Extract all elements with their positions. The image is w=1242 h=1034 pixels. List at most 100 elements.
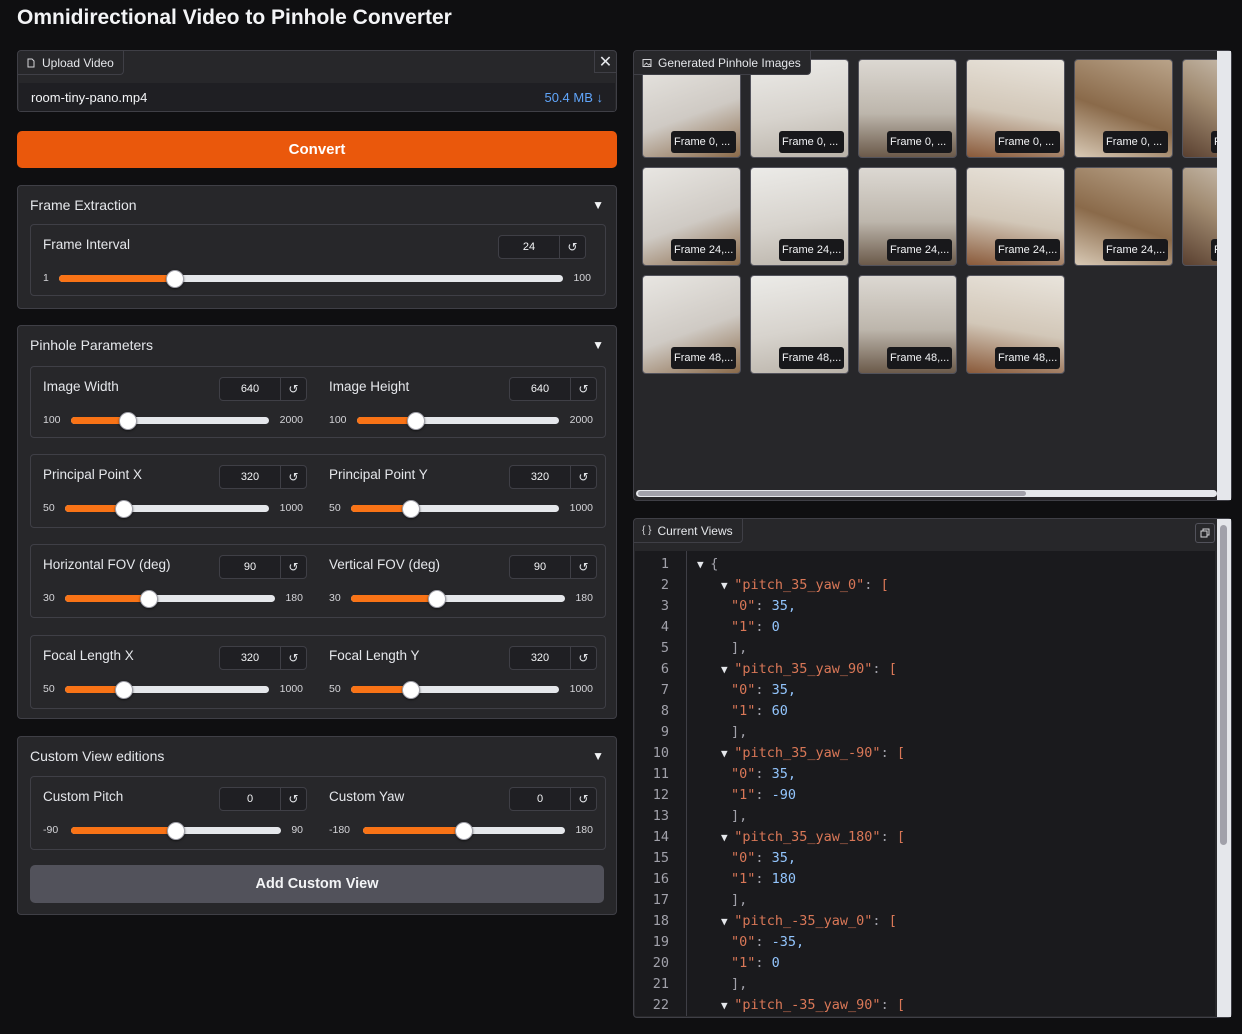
collapse-triangle-icon[interactable]: ▼ (592, 749, 604, 763)
number-input[interactable] (510, 466, 570, 488)
slider-fill (363, 827, 464, 834)
slider-min-label: 100 (43, 414, 61, 426)
slider-track[interactable] (59, 270, 563, 288)
image-height-slider: Image Height ↺ 100 2000 (317, 367, 607, 439)
number-input[interactable] (220, 647, 280, 669)
slider-track[interactable] (363, 822, 565, 840)
gallery-label: Generated Pinhole Images (634, 51, 811, 75)
number-input[interactable] (220, 378, 280, 400)
page-title: Omnidirectional Video to Pinhole Convert… (17, 6, 452, 29)
download-file-link[interactable]: 50.4 MB ↓ (544, 90, 603, 105)
code-scroll-thumb[interactable] (1220, 525, 1227, 845)
slider-track[interactable] (351, 590, 565, 608)
code-line: ▼ "pitch_35_yaw_90": [ (721, 661, 897, 677)
slider-thumb[interactable] (165, 270, 184, 288)
number-input[interactable] (220, 788, 280, 810)
number-input[interactable] (510, 647, 570, 669)
fold-toggle-icon[interactable]: ▼ (721, 663, 734, 676)
pinhole-parameters-header[interactable]: Pinhole Parameters ▼ (30, 326, 604, 364)
reset-icon[interactable]: ↺ (570, 378, 596, 400)
fold-toggle-icon[interactable]: ▼ (721, 747, 734, 760)
reset-icon[interactable]: ↺ (280, 647, 306, 669)
reset-icon[interactable]: ↺ (570, 466, 596, 488)
slider-track[interactable] (351, 681, 559, 699)
principal-point-y-slider: Principal Point Y ↺ 50 1000 (317, 455, 607, 529)
slider-track[interactable] (71, 822, 281, 840)
gallery-thumbnail[interactable]: Frame 48,... (966, 275, 1065, 374)
gallery-thumbnail[interactable]: Frame 0, ... (1074, 59, 1173, 158)
current-views-label-text: Current Views (657, 523, 733, 538)
slider-thumb[interactable] (140, 590, 158, 608)
gallery-thumbnail[interactable]: Frame 24,... (642, 167, 741, 266)
slider-thumb[interactable] (115, 681, 134, 699)
frame-extraction-header[interactable]: Frame Extraction ▼ (30, 186, 604, 224)
upload-video-panel[interactable]: Upload Video ✕ room-tiny-pano.mp4 50.4 M… (17, 50, 617, 112)
collapse-triangle-icon[interactable]: ▼ (592, 338, 604, 352)
slider-thumb[interactable] (402, 681, 421, 699)
slider-thumb[interactable] (119, 412, 138, 430)
slider-track[interactable] (71, 412, 269, 430)
principal-point-x-slider: Principal Point X ↺ 50 1000 (31, 455, 317, 529)
number-input[interactable] (220, 466, 280, 488)
reset-icon[interactable]: ↺ (570, 647, 596, 669)
fold-toggle-icon[interactable]: ▼ (721, 999, 734, 1012)
fold-toggle-icon[interactable]: ▼ (697, 558, 710, 571)
focal-length-row: Focal Length X ↺ 50 1000 Focal Length Y ↺ 50 1… (30, 635, 606, 709)
gallery-horizontal-scrollbar[interactable] (636, 490, 1217, 497)
line-number: 11 (652, 766, 669, 782)
gallery-thumbnail[interactable]: Frame 48,... (642, 275, 741, 374)
gallery-thumbnail[interactable]: Frame 48,... (858, 275, 957, 374)
reset-icon[interactable]: ↺ (280, 556, 306, 578)
gallery-thumbnail[interactable]: Frame 24,... (858, 167, 957, 266)
fold-toggle-icon[interactable]: ▼ (721, 915, 734, 928)
number-input[interactable] (510, 556, 570, 578)
pinhole-parameters-accordion: Pinhole Parameters ▼ Image Width ↺ 100 2000… (17, 325, 617, 719)
gallery-thumbnail[interactable]: Frame 48,... (750, 275, 849, 374)
fold-toggle-icon[interactable]: ▼ (721, 579, 734, 592)
json-value: 0 (771, 619, 780, 635)
slider-track[interactable] (351, 500, 559, 518)
close-icon[interactable]: ✕ (594, 51, 616, 73)
reset-icon[interactable]: ↺ (570, 556, 596, 578)
slider-thumb[interactable] (455, 822, 473, 840)
gallery-thumbnail[interactable]: Frame 24,... (966, 167, 1065, 266)
add-custom-view-button[interactable]: Add Custom View (30, 865, 604, 903)
slider-thumb[interactable] (402, 500, 421, 518)
code-line: ▼ { (697, 556, 718, 572)
json-code-viewer[interactable]: 1 2 3 4 5 6 7 8 9 10 11 12 13 14 15 16 17 18 19 20 21 22 ▼ {▼… (635, 551, 1215, 1016)
gallery-vertical-scrollbar[interactable] (1217, 51, 1231, 500)
reset-icon[interactable]: ↺ (280, 378, 306, 400)
copy-icon[interactable] (1195, 523, 1215, 543)
custom-view-header[interactable]: Custom View editions ▼ (30, 737, 604, 775)
gallery-thumbnail[interactable]: Frame 24,... (750, 167, 849, 266)
slider-track[interactable] (65, 500, 269, 518)
gallery-scroll-thumb[interactable] (638, 491, 1026, 496)
number-stepper: ↺ (219, 377, 307, 401)
slider-thumb[interactable] (406, 412, 425, 430)
line-number: 19 (652, 934, 669, 950)
gallery-thumbnail[interactable]: Frame 0, ... (858, 59, 957, 158)
slider-track[interactable] (357, 412, 559, 430)
reset-icon[interactable]: ↺ (559, 236, 585, 258)
gallery-label-text: Generated Pinhole Images (658, 55, 801, 70)
reset-icon[interactable]: ↺ (570, 788, 596, 810)
collapse-triangle-icon[interactable]: ▼ (592, 198, 604, 212)
json-value: -90 (771, 787, 797, 803)
fold-toggle-icon[interactable]: ▼ (721, 831, 734, 844)
gallery-thumbnail[interactable]: Frame 24,... (1074, 167, 1173, 266)
reset-icon[interactable]: ↺ (280, 788, 306, 810)
number-input[interactable] (510, 378, 570, 400)
number-input[interactable] (510, 788, 570, 810)
slider-thumb[interactable] (427, 590, 446, 608)
slider-track[interactable] (65, 681, 269, 699)
reset-icon[interactable]: ↺ (280, 466, 306, 488)
convert-button[interactable]: Convert (17, 131, 617, 168)
code-vertical-scrollbar[interactable] (1217, 519, 1231, 1017)
gallery-thumbnail[interactable]: Frame 0, ... (966, 59, 1065, 158)
slider-thumb[interactable] (167, 822, 185, 840)
slider-track[interactable] (65, 590, 275, 608)
json-value: [ (888, 661, 897, 677)
number-input[interactable] (499, 236, 559, 258)
number-input[interactable] (220, 556, 280, 578)
slider-thumb[interactable] (115, 500, 134, 518)
